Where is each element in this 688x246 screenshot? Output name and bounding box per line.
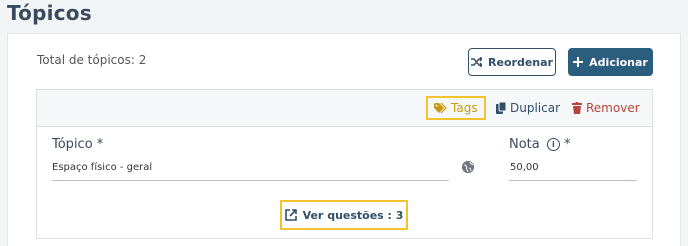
- shuffle-icon: [471, 57, 483, 67]
- topic-input[interactable]: Espaço físico - geral: [52, 162, 152, 173]
- tags-icon: [434, 102, 447, 114]
- tags-label: Tags: [451, 101, 478, 115]
- page-title: Tópicos: [7, 1, 92, 25]
- trash-icon: [572, 102, 582, 114]
- globe-icon[interactable]: [462, 161, 474, 173]
- topic-input-underline: [52, 180, 449, 181]
- duplicate-label: Duplicar: [510, 101, 561, 115]
- grade-input-underline: [509, 180, 637, 181]
- topic-field-label: Tópico *: [52, 137, 104, 152]
- tags-button[interactable]: Tags: [426, 96, 486, 120]
- topic-panel: Tags Duplicar Remover Tópico * Espaço fí…: [36, 89, 653, 239]
- remove-button[interactable]: Remover: [572, 90, 640, 126]
- duplicate-button[interactable]: Duplicar: [496, 90, 560, 126]
- grade-input[interactable]: 50,00: [510, 162, 539, 173]
- view-questions-label: Ver questões : 3: [302, 208, 404, 222]
- add-label: Adicionar: [589, 55, 648, 69]
- total-topics-label: Total de tópicos: 2: [37, 53, 147, 67]
- view-questions-button[interactable]: Ver questões : 3: [280, 200, 408, 230]
- reorder-button[interactable]: Reordenar: [468, 48, 556, 76]
- add-button[interactable]: Adicionar: [568, 48, 653, 76]
- topics-card: Total de tópicos: 2 Reordenar Adicionar …: [7, 33, 681, 246]
- grade-field-label: Nota i *: [509, 137, 571, 152]
- remove-label: Remover: [586, 101, 640, 115]
- reorder-label: Reordenar: [488, 55, 553, 69]
- plus-icon: [573, 57, 584, 67]
- grade-required-mark: *: [564, 137, 571, 152]
- external-link-icon: [284, 209, 297, 221]
- copy-icon: [496, 102, 506, 114]
- topic-header: Tags Duplicar Remover: [37, 90, 652, 127]
- grade-label: Nota: [509, 137, 540, 152]
- info-icon[interactable]: i: [546, 138, 560, 151]
